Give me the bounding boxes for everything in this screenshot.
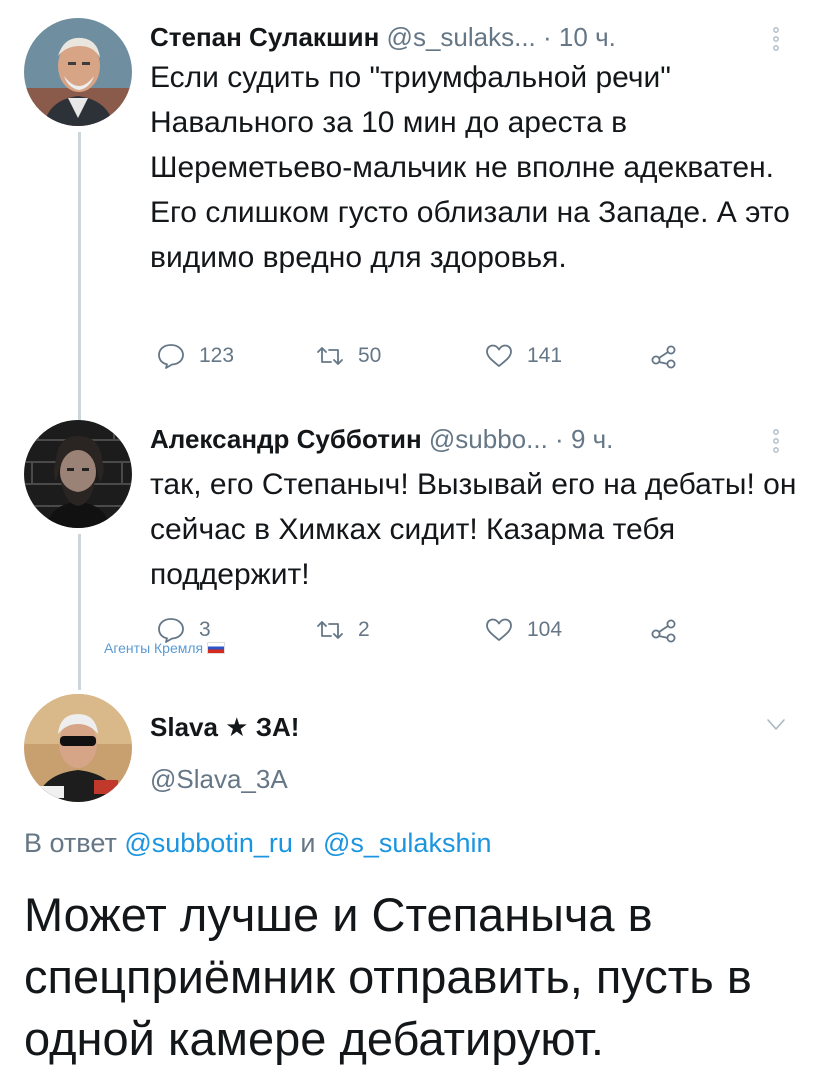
author-handle[interactable]: @subbo... — [429, 424, 548, 454]
retweet-icon — [317, 621, 343, 639]
like-button[interactable]: 141 — [485, 343, 562, 369]
mention-link[interactable]: @s_sulakshin — [323, 828, 492, 858]
chevron-down-icon[interactable] — [766, 718, 786, 737]
like-count: 141 — [527, 344, 563, 367]
tweet-timestamp[interactable]: 10 ч. — [559, 22, 616, 52]
watermark: Агенты Кремля — [104, 640, 226, 656]
main-tweet-handle-row: @Slava_3A — [150, 764, 288, 795]
main-tweet-text: Может лучше и Степаныча в спецприёмник о… — [24, 888, 752, 1065]
tweet-timestamp[interactable]: 9 ч. — [571, 424, 613, 454]
share-icon — [651, 619, 676, 643]
reply-button[interactable]: 123 — [157, 343, 234, 369]
reply-and: и — [300, 828, 316, 858]
separator-dot: · — [543, 22, 552, 52]
more-vertical-icon[interactable] — [771, 428, 781, 454]
avatar[interactable] — [24, 18, 132, 126]
reply-count: 3 — [199, 618, 211, 641]
like-count: 104 — [527, 618, 563, 641]
tweet-header: Степан Сулакшин @s_sulaks... · 10 ч. — [150, 22, 616, 53]
thread-line — [78, 534, 81, 690]
reply-count: 123 — [199, 344, 235, 367]
retweet-count: 2 — [358, 618, 370, 641]
thread-line — [78, 132, 81, 422]
tweet-header: Александр Субботин @subbo... · 9 ч. — [150, 424, 613, 455]
mention-link[interactable]: @subbotin_ru — [124, 828, 293, 858]
main-tweet-name-row: Slava ★ ЗА! — [150, 712, 299, 743]
russian-flag-icon — [207, 642, 226, 654]
retweet-icon — [317, 347, 343, 365]
author-name[interactable]: Slava ★ ЗА! — [150, 712, 299, 742]
reply-bubble-icon — [158, 344, 184, 369]
share-icon — [651, 345, 676, 369]
tweet-text: Если судить по "триумфальной речи" Навал… — [150, 61, 790, 274]
more-vertical-icon[interactable] — [771, 26, 781, 52]
retweet-button[interactable]: 2 — [316, 617, 370, 643]
author-handle[interactable]: @Slava_3A — [150, 764, 288, 794]
retweet-count: 50 — [358, 344, 382, 367]
reply-context: В ответ @subbotin_ru и @s_sulakshin — [24, 828, 491, 859]
share-button[interactable] — [650, 617, 678, 643]
reply-prefix: В ответ — [24, 828, 117, 858]
author-handle[interactable]: @s_sulaks... — [387, 22, 536, 52]
tweet-text: так, его Степаныч! Вызывай его на дебаты… — [150, 468, 797, 591]
watermark-text: Агенты Кремля — [104, 640, 204, 656]
avatar[interactable] — [24, 420, 132, 528]
author-name[interactable]: Александр Субботин — [150, 424, 422, 454]
heart-icon — [486, 618, 512, 641]
avatar[interactable] — [24, 694, 132, 802]
share-button[interactable] — [650, 343, 678, 369]
heart-icon — [486, 344, 512, 367]
author-name[interactable]: Степан Сулакшин — [150, 22, 379, 52]
retweet-button[interactable]: 50 — [316, 343, 381, 369]
separator-dot: · — [555, 424, 564, 454]
like-button[interactable]: 104 — [485, 617, 562, 643]
